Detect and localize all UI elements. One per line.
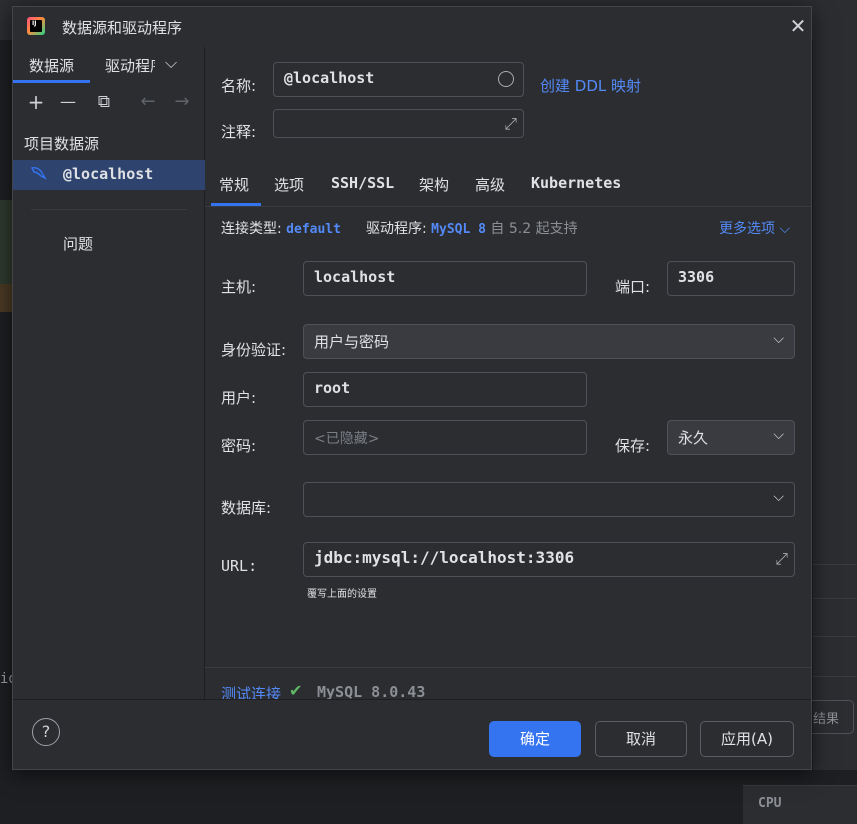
user-label: 用户:: [221, 389, 257, 407]
expand-icon[interactable]: ⤢: [504, 114, 517, 134]
name-value: @localhost: [284, 69, 375, 87]
save-select[interactable]: 永久 ⌵: [667, 420, 795, 455]
sidebar-item-localhost[interactable]: @localhost: [13, 160, 205, 190]
chevron-down-icon: ⌵: [773, 489, 784, 505]
active-tab-indicator: [13, 80, 90, 83]
background-divider: [813, 676, 857, 677]
color-circle-icon[interactable]: [498, 71, 514, 87]
url-hint: 覆写上面的设置: [307, 589, 377, 600]
name-field[interactable]: @localhost: [273, 62, 524, 97]
tab-options[interactable]: 选项: [274, 174, 304, 195]
project-datasources-header: 项目数据源: [24, 135, 100, 153]
port-value: 3306: [678, 268, 715, 286]
tab-datasources[interactable]: 数据源: [29, 55, 74, 76]
host-field[interactable]: localhost: [303, 261, 587, 296]
host-value: localhost: [314, 268, 396, 286]
url-field[interactable]: jdbc:mysql://localhost:3306 ⤢: [303, 542, 795, 577]
duplicate-icon[interactable]: ⧉: [91, 89, 117, 115]
url-value: jdbc:mysql://localhost:3306: [314, 548, 575, 567]
back-arrow-icon[interactable]: ←: [135, 89, 161, 115]
database-select[interactable]: ⌵: [303, 482, 795, 517]
chevron-down-icon: ⌵: [773, 331, 784, 347]
password-placeholder: <已隐藏>: [314, 431, 380, 447]
create-ddl-mapping-link[interactable]: 创建 DDL 映射: [540, 75, 641, 96]
active-tab-indicator: [211, 203, 261, 206]
datasource-sidebar: 数据源 驱动程序 ⌵ + — ⧉ ← → 项目数据源 @localhost 问题: [13, 47, 205, 699]
help-icon[interactable]: ?: [32, 718, 60, 746]
auth-value: 用户与密码: [314, 333, 390, 351]
background-highlight-green: [0, 200, 12, 284]
tab-schemas[interactable]: 架构: [419, 174, 449, 195]
sidebar-tabs: 数据源 驱动程序 ⌵: [13, 47, 205, 83]
remove-icon[interactable]: —: [55, 89, 81, 115]
password-field[interactable]: <已隐藏>: [303, 420, 587, 455]
database-label: 数据库:: [221, 499, 272, 517]
background-divider: [813, 636, 857, 637]
save-value: 永久: [678, 429, 709, 447]
close-icon[interactable]: ✕: [787, 15, 809, 37]
ok-button[interactable]: 确定: [489, 721, 581, 757]
port-label: 端口:: [615, 278, 651, 296]
datasources-dialog: IJ 数据源和驱动程序 ✕ 数据源 驱动程序 ⌵ + — ⧉ ← → 项目数据源…: [12, 6, 812, 770]
comment-field[interactable]: ⤢: [273, 109, 524, 138]
driver-value[interactable]: MySQL 8: [431, 222, 486, 237]
tab-general[interactable]: 常规: [219, 174, 249, 195]
sidebar-item-problems[interactable]: 问题: [63, 233, 93, 254]
forward-arrow-icon[interactable]: →: [169, 89, 195, 115]
mysql-dolphin-icon: [30, 166, 47, 184]
connection-type-row: 连接类型: default: [221, 218, 341, 238]
background-cpu-label: CPU: [743, 785, 857, 824]
tab-ssh-ssl[interactable]: SSH/SSL: [331, 174, 394, 192]
sidebar-toolbar: + — ⧉ ← →: [13, 89, 205, 119]
background-divider: [813, 598, 857, 599]
dialog-footer: ? 确定 取消 应用(A): [13, 699, 811, 769]
url-label: URL:: [221, 557, 258, 575]
chevron-down-icon[interactable]: ⌵: [165, 53, 177, 73]
more-options-label: 更多选项: [719, 221, 775, 237]
tab-kubernetes[interactable]: Kubernetes: [531, 174, 621, 192]
background-bottom: [0, 770, 740, 824]
background-editor-strip: [0, 40, 12, 824]
dialog-titlebar: IJ 数据源和驱动程序 ✕: [13, 7, 811, 47]
user-value: root: [314, 379, 351, 397]
tab-drivers[interactable]: 驱动程序: [105, 55, 155, 76]
section-divider: [205, 667, 811, 668]
background-highlight-orange: [0, 284, 12, 312]
connection-type-value[interactable]: default: [286, 222, 341, 237]
dialog-title: 数据源和驱动程序: [62, 19, 183, 37]
chevron-down-icon: ⌵: [773, 427, 784, 443]
cancel-button[interactable]: 取消: [595, 721, 687, 757]
sidebar-divider: [31, 209, 187, 210]
auth-label: 身份验证:: [221, 341, 287, 359]
host-label: 主机:: [221, 278, 257, 296]
check-icon: ✔: [289, 681, 303, 700]
datagrip-logo-icon: IJ: [27, 17, 45, 35]
sidebar-item-label: @localhost: [63, 165, 154, 183]
expand-icon[interactable]: ⤢: [775, 549, 788, 569]
password-label: 密码:: [221, 437, 257, 455]
port-field[interactable]: 3306: [667, 261, 795, 296]
driver-label: 驱动程序:: [366, 221, 427, 237]
save-label: 保存:: [615, 437, 651, 455]
apply-button[interactable]: 应用(A): [700, 721, 794, 757]
driver-since: 自 5.2 起支持: [490, 221, 578, 237]
more-options-link[interactable]: 更多选项 ⌵: [719, 218, 790, 238]
settings-tabs: 常规 选项 SSH/SSL 架构 高级 Kubernetes: [205, 165, 811, 207]
driver-row: 驱动程序: MySQL 8 自 5.2 起支持: [366, 218, 578, 238]
background-divider: [813, 564, 857, 565]
datasource-settings: 名称: @localhost 创建 DDL 映射 注释: ⤢ 常规 选项 SSH…: [205, 47, 811, 703]
comment-label: 注释:: [221, 123, 257, 141]
name-label: 名称:: [221, 77, 257, 95]
chevron-down-icon: ⌵: [779, 221, 791, 237]
connection-type-label: 连接类型:: [221, 221, 282, 237]
user-field[interactable]: root: [303, 372, 587, 407]
auth-select[interactable]: 用户与密码 ⌵: [303, 324, 795, 359]
add-icon[interactable]: +: [23, 89, 49, 115]
tab-advanced[interactable]: 高级: [475, 174, 505, 195]
